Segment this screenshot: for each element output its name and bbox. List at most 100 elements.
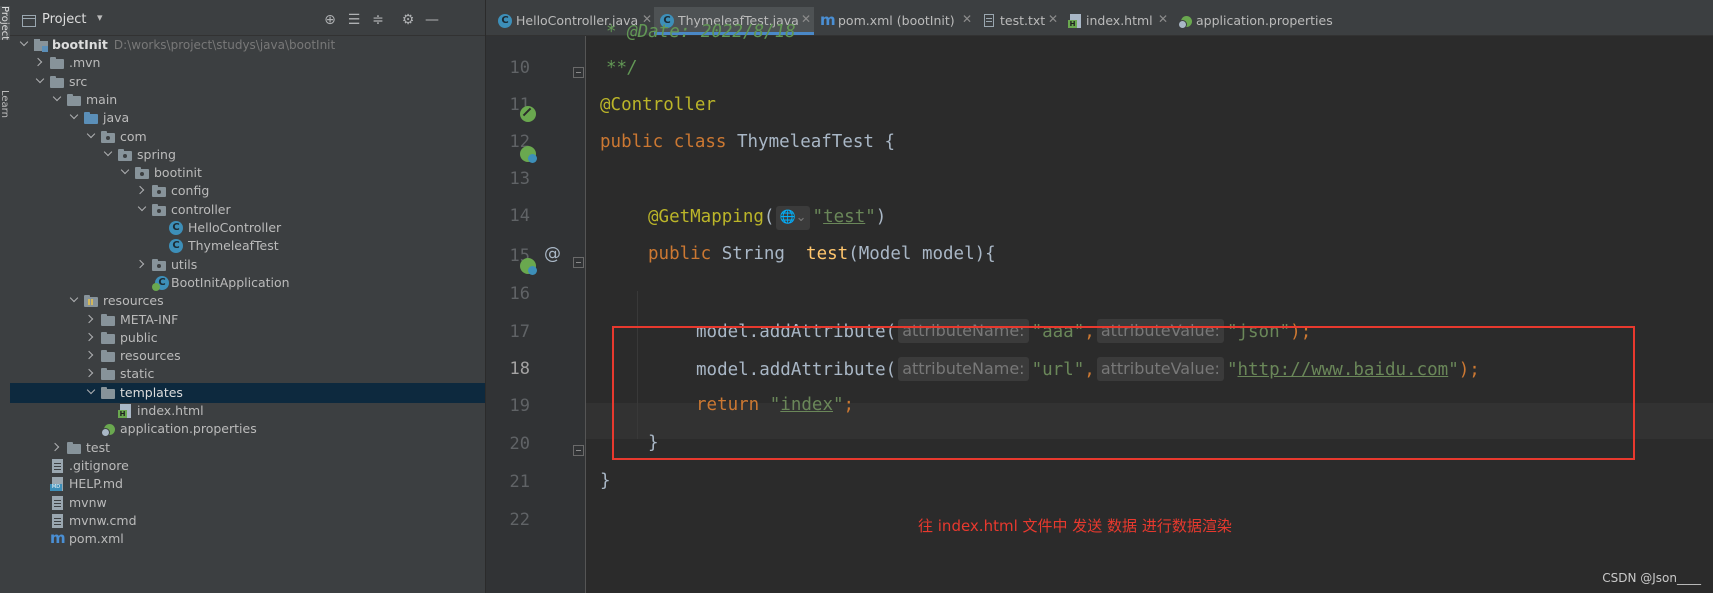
- tab-test-txt[interactable]: test.txt ✕: [976, 7, 1062, 35]
- tree-row-hellocontroller[interactable]: HelloController: [10, 218, 485, 238]
- method-name: test: [806, 244, 849, 264]
- url-link[interactable]: http://www.baidu.com: [1237, 360, 1448, 380]
- chevron-right-icon[interactable]: [136, 259, 148, 271]
- project-tool-button[interactable]: Project: [0, 6, 10, 40]
- tree-row-meta-inf[interactable]: META-INF: [10, 310, 485, 330]
- string-literal: test: [823, 207, 866, 227]
- package-icon: [152, 258, 167, 272]
- closing-brace: }: [600, 471, 611, 491]
- tree-row-main[interactable]: main: [10, 90, 485, 110]
- paren: ): [875, 207, 887, 227]
- tree-row-controller[interactable]: controller: [10, 200, 485, 220]
- tab-index-html[interactable]: index.html ✕: [1062, 7, 1172, 35]
- chevron-right-icon[interactable]: [34, 57, 46, 69]
- tree-row-bootinitapplication[interactable]: BootInitApplication: [10, 273, 485, 293]
- tree-row-config[interactable]: config: [10, 181, 485, 201]
- annotation-text: @GetMapping: [648, 207, 764, 227]
- tree-row-resources-sub[interactable]: resources: [10, 346, 485, 366]
- code-line-15: public String test(Model model){: [648, 244, 996, 274]
- tree-row-mvnw[interactable]: mvnw: [10, 493, 485, 513]
- tree-row-java[interactable]: java: [10, 108, 485, 128]
- tree-row-src[interactable]: src: [10, 72, 485, 92]
- chevron-down-icon[interactable]: [102, 149, 114, 161]
- string-literal: "url": [1031, 360, 1085, 380]
- chevron-down-icon[interactable]: [68, 295, 80, 307]
- tree-row-help-md[interactable]: HELP.md: [10, 474, 485, 494]
- tree-item-label: public: [120, 329, 158, 345]
- chevron-right-icon[interactable]: [136, 185, 148, 197]
- folder-icon: [101, 313, 116, 327]
- tree-item-label: mvnw.cmd: [69, 512, 137, 528]
- tree-row-bootinit-package[interactable]: bootinit: [10, 163, 485, 183]
- gear-icon[interactable]: ⚙: [398, 10, 418, 30]
- expand-all-icon[interactable]: ☰: [344, 10, 364, 30]
- text-file-icon: [50, 495, 65, 510]
- method-params: (Model model){: [848, 244, 996, 264]
- code-line-21: }: [600, 471, 611, 501]
- code-line-9: * @Date: 2022/8/18: [606, 22, 796, 52]
- chevron-down-icon[interactable]: [34, 76, 46, 88]
- collapse-all-icon[interactable]: ≑: [368, 10, 388, 30]
- code-line-10: **/: [606, 58, 638, 88]
- project-panel-title[interactable]: Project: [42, 12, 86, 27]
- quote: ": [832, 395, 844, 415]
- chevron-down-icon[interactable]: [18, 39, 30, 51]
- tree-row-com[interactable]: com: [10, 127, 485, 147]
- tree-row-resources[interactable]: resources: [10, 291, 485, 311]
- chevron-down-icon[interactable]: [85, 131, 97, 143]
- tree-row-gitignore[interactable]: .gitignore: [10, 456, 485, 476]
- tree-row-templates[interactable]: templates: [10, 382, 485, 403]
- close-icon[interactable]: ✕: [962, 12, 972, 26]
- folder-icon: [67, 441, 82, 455]
- tree-row-utils[interactable]: utils: [10, 255, 485, 275]
- tree-item-label: pom.xml: [69, 531, 124, 547]
- close-icon[interactable]: ✕: [1048, 12, 1058, 26]
- tree-row-public[interactable]: public: [10, 328, 485, 348]
- hide-panel-icon[interactable]: —: [422, 10, 442, 30]
- package-icon: [118, 148, 133, 162]
- tree-row-spring[interactable]: spring: [10, 145, 485, 165]
- close-icon[interactable]: ✕: [1158, 12, 1168, 26]
- learn-tool-button[interactable]: Learn: [0, 90, 10, 130]
- tree-row-index-html[interactable]: index.html: [10, 401, 485, 421]
- java-class-icon: [169, 239, 184, 254]
- chevron-down-icon[interactable]: [136, 204, 148, 216]
- chevron-right-icon[interactable]: [85, 350, 97, 362]
- tree-row-test[interactable]: test: [10, 438, 485, 458]
- chevron-right-icon[interactable]: [85, 332, 97, 344]
- folder-icon: [50, 56, 65, 70]
- chevron-down-icon[interactable]: ▾: [97, 11, 103, 24]
- globe-icon[interactable]: 🌐⌄: [776, 206, 810, 230]
- quote: ": [759, 395, 781, 415]
- tree-item-label: index.html: [137, 403, 204, 418]
- chevron-down-icon[interactable]: [85, 387, 97, 399]
- tab-pom-xml[interactable]: pom.xml (bootInit) ✕: [814, 7, 976, 35]
- chevron-right-icon[interactable]: [85, 368, 97, 380]
- tree-row-bootinit[interactable]: bootInit D:\works\project\studys\java\boo…: [10, 35, 485, 55]
- tree-row-thymeleaftest[interactable]: ThymeleafTest: [10, 236, 485, 256]
- tree-row-static[interactable]: static: [10, 364, 485, 384]
- text-file-icon: [982, 14, 996, 28]
- chevron-down-icon[interactable]: [68, 112, 80, 124]
- code-area: * @Date: 2022/8/18 **/ @Controller publi…: [486, 22, 1713, 593]
- code-editor[interactable]: 10 11 12 13 14 15 16 17 18 19 20 21 22 @…: [486, 22, 1713, 593]
- statement-end: );: [1290, 322, 1312, 342]
- tree-item-label: application.properties: [120, 421, 257, 437]
- folder-icon: [101, 386, 116, 400]
- method-call: model.addAttribute(: [696, 360, 897, 380]
- template-reference[interactable]: index: [780, 395, 833, 415]
- locate-file-icon[interactable]: ⊕: [320, 10, 340, 30]
- folder-icon: [101, 331, 116, 345]
- tree-row-application-properties[interactable]: application.properties: [10, 419, 485, 439]
- tree-row-pom-xml[interactable]: pom.xml: [10, 529, 485, 549]
- code-line-14: @GetMapping(🌐⌄ "test"): [648, 206, 886, 236]
- chevron-down-icon[interactable]: [119, 167, 131, 179]
- tree-row-mvn[interactable]: .mvn: [10, 53, 485, 73]
- chevron-down-icon[interactable]: [51, 94, 63, 106]
- tree-row-mvnw-cmd[interactable]: mvnw.cmd: [10, 511, 485, 531]
- tab-application-properties[interactable]: application.properties: [1172, 7, 1342, 35]
- chevron-right-icon[interactable]: [85, 314, 97, 326]
- html-file-icon: [1068, 14, 1082, 28]
- chevron-right-icon[interactable]: [51, 442, 63, 454]
- close-icon[interactable]: ✕: [801, 12, 811, 26]
